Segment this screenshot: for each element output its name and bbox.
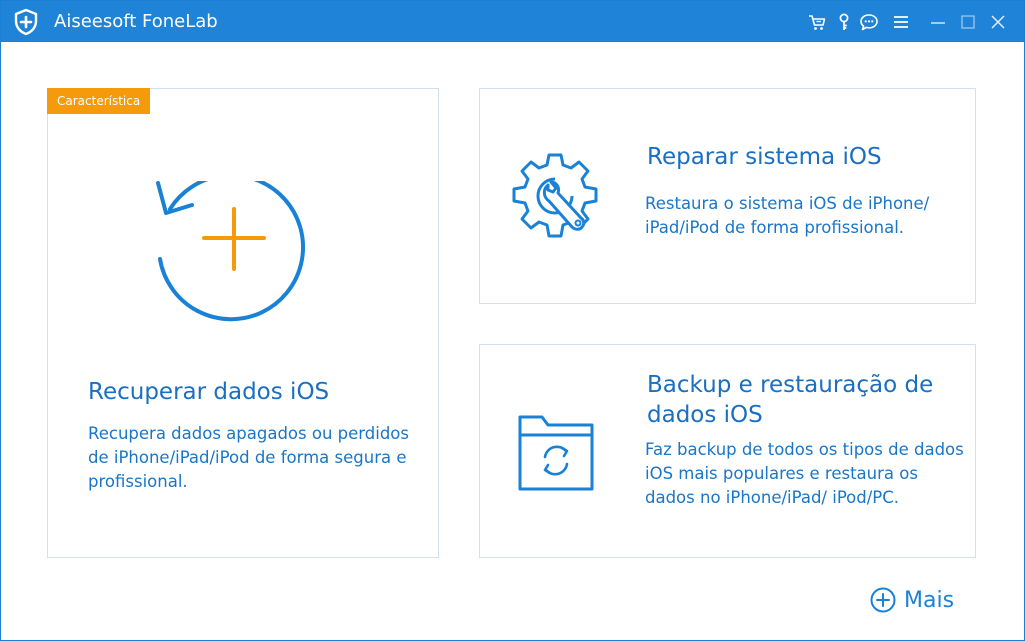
circle-plus-icon <box>870 587 896 613</box>
menu-icon[interactable] <box>891 12 911 32</box>
recover-title: Recuperar dados iOS <box>88 379 330 405</box>
recover-description: Recupera dados apagados ou perdidos de i… <box>88 424 409 491</box>
recover-ios-data-card[interactable]: Característica Recuperar dados iOS Recup… <box>47 88 439 558</box>
folder-sync-icon <box>518 415 594 491</box>
backup-title: Backup e restauração de dados iOS <box>647 372 934 428</box>
app-window: Aiseesoft FoneLab Característica Recuper… <box>0 0 1025 641</box>
backup-description: Faz backup de todos os tipos de dados iO… <box>645 440 964 507</box>
gear-wrench-icon <box>512 153 598 238</box>
repair-title: Reparar sistema iOS <box>647 144 882 170</box>
key-icon[interactable] <box>834 12 854 32</box>
repair-ios-system-card[interactable]: Reparar sistema iOS Restaura o sistema i… <box>479 88 976 304</box>
restore-plus-icon <box>156 181 305 322</box>
shield-plus-icon <box>14 8 38 36</box>
minimize-icon[interactable] <box>928 12 948 32</box>
chat-icon[interactable] <box>859 12 879 32</box>
cart-icon[interactable] <box>807 12 827 32</box>
maximize-icon[interactable] <box>958 12 978 32</box>
repair-description: Restaura o sistema iOS de iPhone/ iPad/i… <box>645 194 930 237</box>
feature-badge: Característica <box>47 88 151 114</box>
more-button[interactable]: Mais <box>870 585 954 615</box>
more-label: Mais <box>904 587 955 613</box>
close-icon[interactable] <box>988 12 1008 32</box>
app-title: Aiseesoft FoneLab <box>54 11 218 32</box>
backup-restore-card[interactable]: Backup e restauração de dados iOS Faz ba… <box>479 344 976 558</box>
title-bar[interactable]: Aiseesoft FoneLab <box>1 1 1024 42</box>
